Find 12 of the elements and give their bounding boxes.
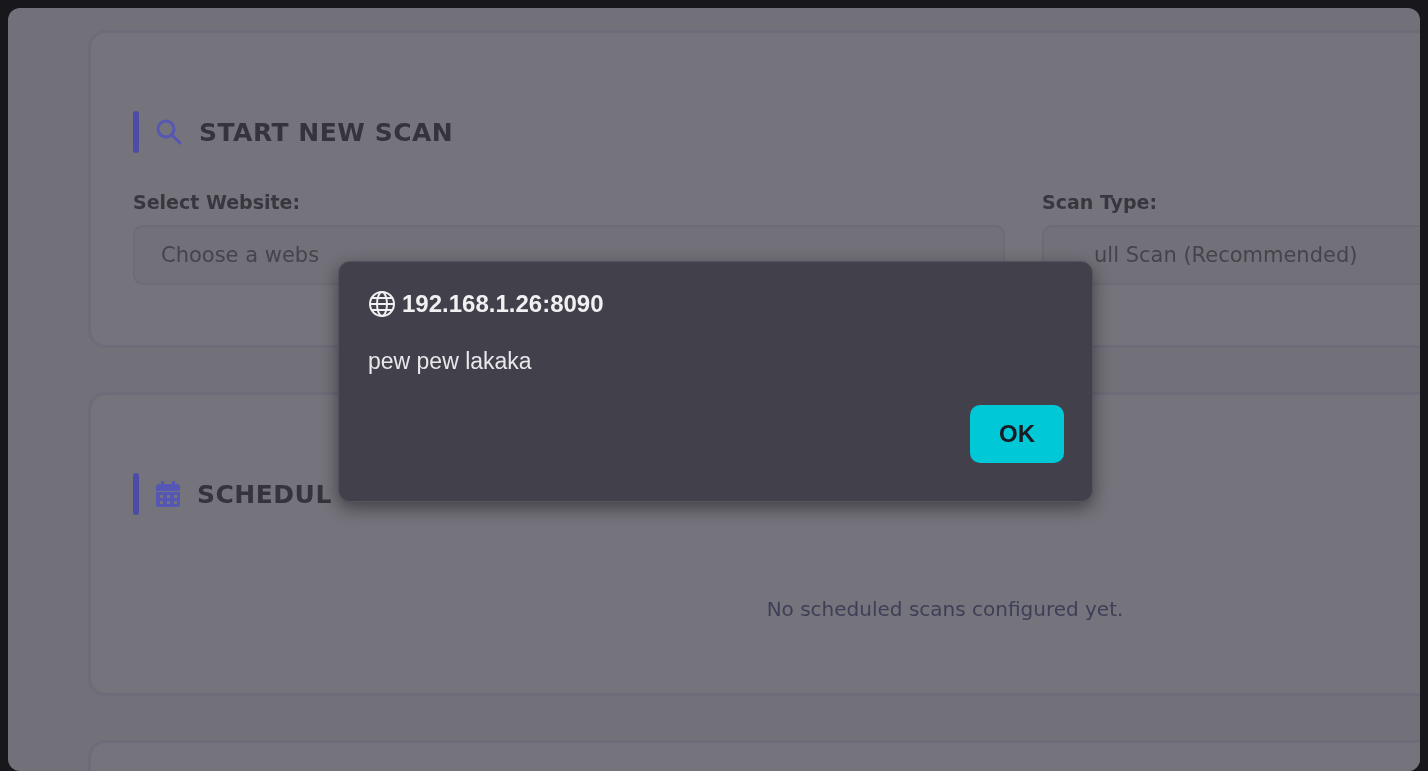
calendar-icon <box>155 480 181 508</box>
globe-icon <box>368 290 396 318</box>
ok-button[interactable]: OK <box>970 405 1064 463</box>
dialog-message: pew pew lakaka <box>368 348 533 375</box>
accent-bar <box>133 111 139 153</box>
field-label: Scan Type: <box>1042 191 1159 213</box>
section-title: START NEW SCAN <box>199 117 454 147</box>
section-title: SCHEDUL <box>197 479 332 509</box>
accent-bar <box>133 473 139 515</box>
dialog-origin: 192.168.1.26:8090 <box>402 290 604 318</box>
search-icon <box>155 118 183 146</box>
field-label: Select Website: <box>133 191 302 213</box>
